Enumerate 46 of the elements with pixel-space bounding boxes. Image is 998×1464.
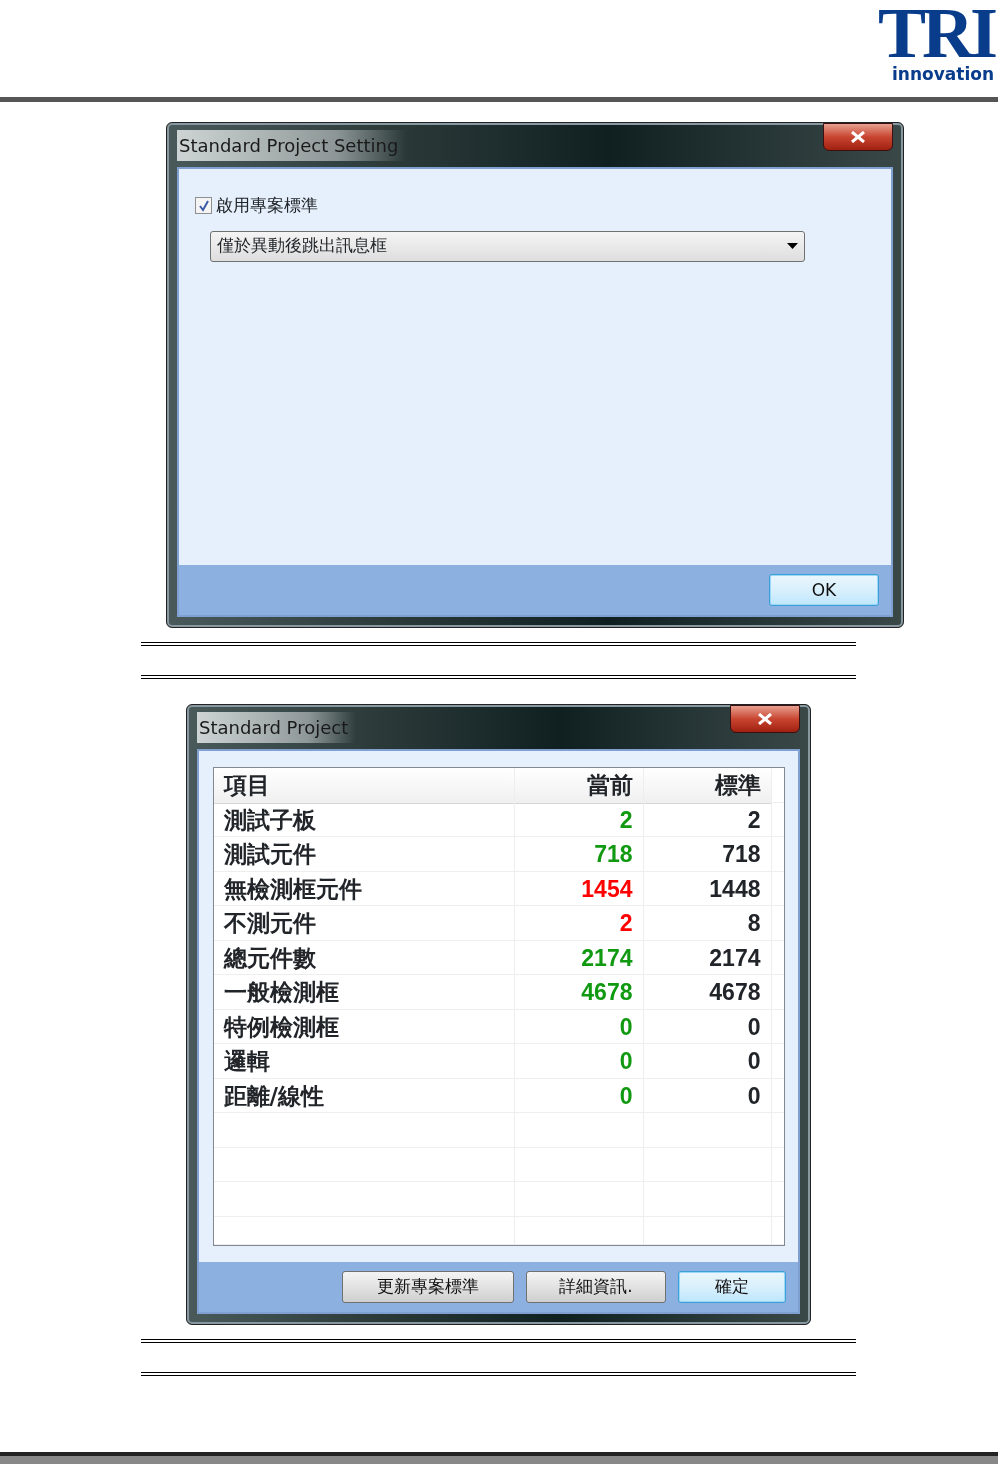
table-cell: 718 <box>514 837 644 872</box>
column-header[interactable]: 標準 <box>643 768 772 804</box>
close-icon <box>757 713 773 725</box>
table-cell: 特例檢測框 <box>213 1009 515 1044</box>
dialog-button[interactable]: OK <box>769 574 879 606</box>
table-cell: 邏輯 <box>213 1044 515 1079</box>
dropdown-value: 僅於異動後跳出訊息框 <box>217 234 387 258</box>
table-cell: 0 <box>643 1009 772 1044</box>
checkbox-label: 啟用專案標準 <box>216 194 318 217</box>
table-cell: 2 <box>514 802 644 837</box>
close-button[interactable] <box>823 123 893 151</box>
table-cell: 無檢測框元件 <box>213 871 515 906</box>
table-cell: 1448 <box>643 871 772 906</box>
dropdown[interactable]: 僅於異動後跳出訊息框 <box>210 230 805 262</box>
logo-tagline: innovation <box>892 64 994 84</box>
dialog-button[interactable]: 詳細資訊. <box>526 1270 666 1303</box>
logo-letters: TRI <box>877 2 994 64</box>
table-cell: 4678 <box>514 975 644 1010</box>
table-cell: 測試元件 <box>213 837 515 872</box>
table-cell: 2 <box>514 906 644 941</box>
table-cell: 2 <box>643 802 772 837</box>
checkbox[interactable] <box>195 197 212 215</box>
table-cell: 0 <box>514 1044 644 1079</box>
table-cell: 1454 <box>514 871 644 906</box>
caret-icon <box>787 243 798 249</box>
table-cell: 0 <box>514 1078 644 1113</box>
table-cell: 2174 <box>514 940 644 975</box>
table-cell: 距離/線性 <box>213 1078 515 1113</box>
table-cell: 718 <box>643 837 772 872</box>
window-title: Standard Project <box>197 711 357 743</box>
table-cell: 8 <box>643 906 772 941</box>
table-cell: 一般檢測框 <box>213 975 515 1010</box>
table-cell: 0 <box>643 1078 772 1113</box>
column-header[interactable]: 項目 <box>213 768 515 804</box>
table-cell: 4678 <box>643 975 772 1010</box>
dialog-button[interactable]: 確定 <box>678 1270 786 1303</box>
table-cell: 不測元件 <box>213 906 515 941</box>
close-icon <box>850 131 866 143</box>
table-cell: 總元件數 <box>213 940 515 975</box>
table-cell: 測試子板 <box>213 802 515 837</box>
table-cell: 0 <box>514 1009 644 1044</box>
dialog-button[interactable]: 更新專案標準 <box>342 1270 514 1303</box>
close-button[interactable] <box>730 705 800 733</box>
table-cell: 2174 <box>643 940 772 975</box>
table-cell: 0 <box>643 1044 772 1079</box>
column-header[interactable]: 當前 <box>514 768 644 804</box>
